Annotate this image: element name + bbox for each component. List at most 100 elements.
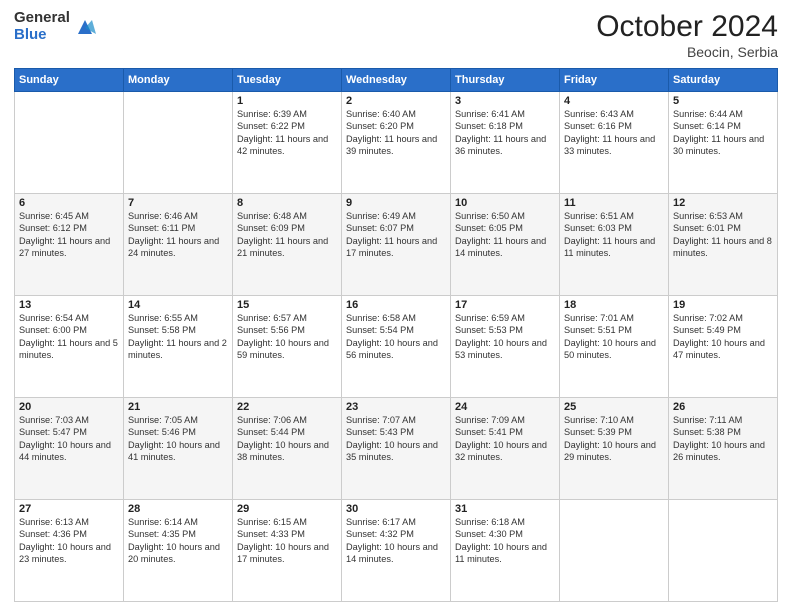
calendar-cell: 27Sunrise: 6:13 AMSunset: 4:36 PMDayligh…: [15, 500, 124, 602]
day-number: 8: [237, 197, 337, 209]
calendar-cell: 22Sunrise: 7:06 AMSunset: 5:44 PMDayligh…: [233, 398, 342, 500]
day-number: 19: [673, 299, 773, 311]
day-number: 25: [564, 401, 664, 413]
week-row-3: 13Sunrise: 6:54 AMSunset: 6:00 PMDayligh…: [15, 296, 778, 398]
calendar-cell: [124, 92, 233, 194]
logo-general: General: [14, 10, 70, 27]
calendar-cell: 25Sunrise: 7:10 AMSunset: 5:39 PMDayligh…: [560, 398, 669, 500]
day-number: 5: [673, 95, 773, 107]
calendar-cell: 9Sunrise: 6:49 AMSunset: 6:07 PMDaylight…: [342, 194, 451, 296]
day-number: 23: [346, 401, 446, 413]
day-info: Sunrise: 6:40 AMSunset: 6:20 PMDaylight:…: [346, 108, 446, 158]
day-number: 14: [128, 299, 228, 311]
day-number: 6: [19, 197, 119, 209]
day-info: Sunrise: 7:05 AMSunset: 5:46 PMDaylight:…: [128, 414, 228, 464]
day-info: Sunrise: 6:59 AMSunset: 5:53 PMDaylight:…: [455, 312, 555, 362]
day-info: Sunrise: 6:53 AMSunset: 6:01 PMDaylight:…: [673, 210, 773, 260]
day-info: Sunrise: 6:51 AMSunset: 6:03 PMDaylight:…: [564, 210, 664, 260]
day-info: Sunrise: 7:03 AMSunset: 5:47 PMDaylight:…: [19, 414, 119, 464]
day-info: Sunrise: 6:41 AMSunset: 6:18 PMDaylight:…: [455, 108, 555, 158]
calendar-cell: 20Sunrise: 7:03 AMSunset: 5:47 PMDayligh…: [15, 398, 124, 500]
day-info: Sunrise: 7:09 AMSunset: 5:41 PMDaylight:…: [455, 414, 555, 464]
day-info: Sunrise: 6:18 AMSunset: 4:30 PMDaylight:…: [455, 516, 555, 566]
day-info: Sunrise: 6:50 AMSunset: 6:05 PMDaylight:…: [455, 210, 555, 260]
calendar-cell: 11Sunrise: 6:51 AMSunset: 6:03 PMDayligh…: [560, 194, 669, 296]
calendar-cell: [560, 500, 669, 602]
calendar-cell: [15, 92, 124, 194]
day-number: 22: [237, 401, 337, 413]
day-number: 3: [455, 95, 555, 107]
day-number: 1: [237, 95, 337, 107]
calendar-cell: 2Sunrise: 6:40 AMSunset: 6:20 PMDaylight…: [342, 92, 451, 194]
day-number: 13: [19, 299, 119, 311]
day-info: Sunrise: 6:48 AMSunset: 6:09 PMDaylight:…: [237, 210, 337, 260]
calendar-cell: 18Sunrise: 7:01 AMSunset: 5:51 PMDayligh…: [560, 296, 669, 398]
day-number: 21: [128, 401, 228, 413]
weekday-header-friday: Friday: [560, 69, 669, 92]
day-number: 16: [346, 299, 446, 311]
day-info: Sunrise: 6:46 AMSunset: 6:11 PMDaylight:…: [128, 210, 228, 260]
day-number: 15: [237, 299, 337, 311]
calendar-cell: 10Sunrise: 6:50 AMSunset: 6:05 PMDayligh…: [451, 194, 560, 296]
day-number: 30: [346, 503, 446, 515]
day-number: 4: [564, 95, 664, 107]
week-row-5: 27Sunrise: 6:13 AMSunset: 4:36 PMDayligh…: [15, 500, 778, 602]
day-info: Sunrise: 7:07 AMSunset: 5:43 PMDaylight:…: [346, 414, 446, 464]
logo: General Blue: [14, 10, 96, 43]
day-info: Sunrise: 7:11 AMSunset: 5:38 PMDaylight:…: [673, 414, 773, 464]
calendar-cell: 21Sunrise: 7:05 AMSunset: 5:46 PMDayligh…: [124, 398, 233, 500]
day-number: 31: [455, 503, 555, 515]
calendar-cell: 31Sunrise: 6:18 AMSunset: 4:30 PMDayligh…: [451, 500, 560, 602]
day-number: 18: [564, 299, 664, 311]
day-info: Sunrise: 7:06 AMSunset: 5:44 PMDaylight:…: [237, 414, 337, 464]
calendar-cell: 8Sunrise: 6:48 AMSunset: 6:09 PMDaylight…: [233, 194, 342, 296]
day-info: Sunrise: 6:39 AMSunset: 6:22 PMDaylight:…: [237, 108, 337, 158]
day-number: 11: [564, 197, 664, 209]
calendar-cell: 30Sunrise: 6:17 AMSunset: 4:32 PMDayligh…: [342, 500, 451, 602]
day-info: Sunrise: 7:01 AMSunset: 5:51 PMDaylight:…: [564, 312, 664, 362]
day-info: Sunrise: 6:13 AMSunset: 4:36 PMDaylight:…: [19, 516, 119, 566]
day-number: 10: [455, 197, 555, 209]
calendar-cell: 7Sunrise: 6:46 AMSunset: 6:11 PMDaylight…: [124, 194, 233, 296]
day-number: 28: [128, 503, 228, 515]
day-info: Sunrise: 6:15 AMSunset: 4:33 PMDaylight:…: [237, 516, 337, 566]
day-info: Sunrise: 6:54 AMSunset: 6:00 PMDaylight:…: [19, 312, 119, 362]
day-info: Sunrise: 6:45 AMSunset: 6:12 PMDaylight:…: [19, 210, 119, 260]
logo-blue: Blue: [14, 27, 70, 44]
month-title: October 2024: [596, 10, 778, 44]
day-info: Sunrise: 6:43 AMSunset: 6:16 PMDaylight:…: [564, 108, 664, 158]
weekday-header-thursday: Thursday: [451, 69, 560, 92]
header: General Blue October 2024 Beocin, Serbia: [14, 10, 778, 60]
weekday-header-row: SundayMondayTuesdayWednesdayThursdayFrid…: [15, 69, 778, 92]
calendar-cell: 26Sunrise: 7:11 AMSunset: 5:38 PMDayligh…: [669, 398, 778, 500]
day-number: 12: [673, 197, 773, 209]
weekday-header-monday: Monday: [124, 69, 233, 92]
day-info: Sunrise: 6:44 AMSunset: 6:14 PMDaylight:…: [673, 108, 773, 158]
calendar-cell: 6Sunrise: 6:45 AMSunset: 6:12 PMDaylight…: [15, 194, 124, 296]
day-number: 2: [346, 95, 446, 107]
title-block: October 2024 Beocin, Serbia: [596, 10, 778, 60]
day-number: 24: [455, 401, 555, 413]
week-row-1: 1Sunrise: 6:39 AMSunset: 6:22 PMDaylight…: [15, 92, 778, 194]
day-info: Sunrise: 6:49 AMSunset: 6:07 PMDaylight:…: [346, 210, 446, 260]
week-row-2: 6Sunrise: 6:45 AMSunset: 6:12 PMDaylight…: [15, 194, 778, 296]
day-number: 17: [455, 299, 555, 311]
day-number: 26: [673, 401, 773, 413]
calendar-cell: 17Sunrise: 6:59 AMSunset: 5:53 PMDayligh…: [451, 296, 560, 398]
calendar-cell: 1Sunrise: 6:39 AMSunset: 6:22 PMDaylight…: [233, 92, 342, 194]
weekday-header-wednesday: Wednesday: [342, 69, 451, 92]
calendar-cell: 14Sunrise: 6:55 AMSunset: 5:58 PMDayligh…: [124, 296, 233, 398]
weekday-header-tuesday: Tuesday: [233, 69, 342, 92]
day-number: 29: [237, 503, 337, 515]
calendar-cell: 24Sunrise: 7:09 AMSunset: 5:41 PMDayligh…: [451, 398, 560, 500]
calendar-table: SundayMondayTuesdayWednesdayThursdayFrid…: [14, 68, 778, 602]
calendar-cell: [669, 500, 778, 602]
day-number: 20: [19, 401, 119, 413]
day-info: Sunrise: 6:58 AMSunset: 5:54 PMDaylight:…: [346, 312, 446, 362]
day-info: Sunrise: 6:14 AMSunset: 4:35 PMDaylight:…: [128, 516, 228, 566]
day-number: 9: [346, 197, 446, 209]
day-info: Sunrise: 6:17 AMSunset: 4:32 PMDaylight:…: [346, 516, 446, 566]
day-number: 7: [128, 197, 228, 209]
calendar-cell: 3Sunrise: 6:41 AMSunset: 6:18 PMDaylight…: [451, 92, 560, 194]
calendar-cell: 16Sunrise: 6:58 AMSunset: 5:54 PMDayligh…: [342, 296, 451, 398]
